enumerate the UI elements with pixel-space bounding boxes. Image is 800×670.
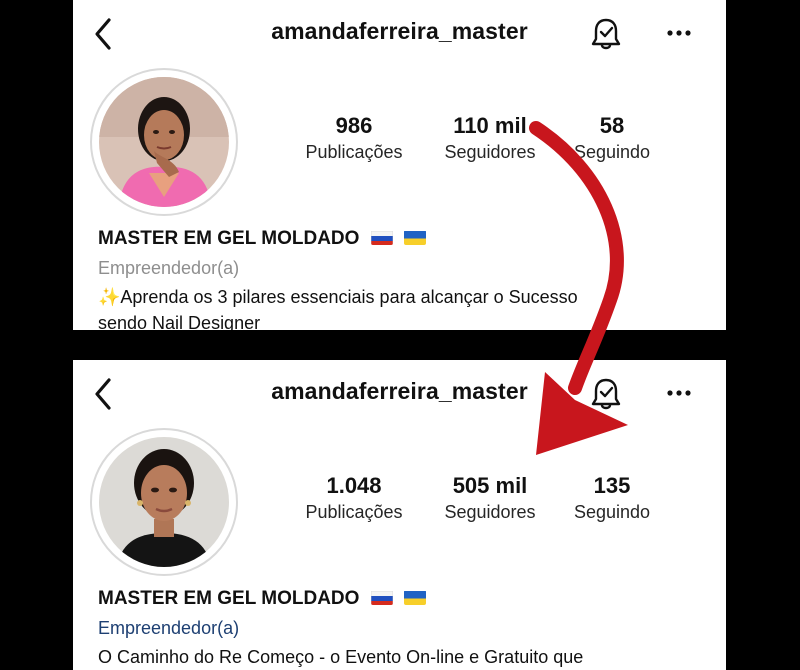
notifications-button[interactable]: [588, 374, 624, 414]
russia-flag-icon: [370, 590, 393, 605]
russia-flag-icon: [370, 230, 393, 245]
bell-check-icon: [591, 378, 621, 410]
posts-label: Publicações: [305, 502, 403, 522]
profile-bio: O Caminho do Re Começo - o Evento On-lin…: [98, 644, 583, 670]
more-options-button[interactable]: [663, 378, 697, 408]
stat-followers[interactable]: 110 mil Seguidores: [430, 112, 550, 164]
bio-line-1: ✨Aprenda os 3 pilares essenciais para al…: [98, 287, 578, 307]
notifications-button[interactable]: [588, 14, 624, 54]
avatar-photo-after: [99, 437, 229, 567]
following-label: Seguindo: [573, 142, 651, 162]
ukraine-flag-icon: [404, 230, 426, 245]
posts-count: 1.048: [326, 473, 382, 498]
profile-username: amandaferreira_master: [271, 18, 528, 44]
following-label: Seguindo: [573, 502, 651, 522]
profile-header: amandaferreira_master: [73, 0, 726, 66]
stat-following[interactable]: 58 Seguindo: [557, 112, 667, 164]
profile-avatar[interactable]: [90, 428, 238, 576]
stat-posts[interactable]: 986 Publicações: [299, 112, 409, 164]
display-name-text: MASTER EM GEL MOLDADO: [98, 228, 360, 249]
followers-label: Seguidores: [444, 502, 536, 522]
bio-line-2: sendo Nail Designer: [98, 313, 261, 330]
profile-category-link[interactable]: Empreendedor(a): [98, 618, 239, 639]
profile-display-name: MASTER EM GEL MOLDADO: [98, 228, 426, 250]
profile-avatar[interactable]: [90, 68, 238, 216]
following-count: 58: [599, 113, 625, 138]
posts-label: Publicações: [305, 142, 403, 162]
profile-bio: ✨Aprenda os 3 pilares essenciais para al…: [98, 284, 578, 330]
more-options-button[interactable]: [663, 18, 697, 48]
display-name-text: MASTER EM GEL MOLDADO: [98, 588, 360, 609]
followers-count: 505 mil: [452, 473, 528, 498]
profile-display-name: MASTER EM GEL MOLDADO: [98, 588, 426, 610]
more-dots-icon: [667, 390, 691, 396]
profile-category: Empreendedor(a): [98, 258, 240, 278]
more-dots-icon: [667, 30, 691, 36]
profile-after-panel: amandaferreira_master 1.048 Publicações …: [73, 360, 726, 670]
stat-posts[interactable]: 1.048 Publicações: [299, 472, 409, 524]
followers-count: 110 mil: [453, 113, 527, 138]
following-count: 135: [593, 473, 631, 498]
followers-label: Seguidores: [444, 142, 536, 162]
posts-count: 986: [335, 113, 373, 138]
stat-following[interactable]: 135 Seguindo: [557, 472, 667, 524]
avatar-photo-before: [99, 77, 229, 207]
ukraine-flag-icon: [404, 590, 426, 605]
profile-username: amandaferreira_master: [271, 378, 528, 404]
profile-before-panel: amandaferreira_master 986 Publicações 11…: [73, 0, 726, 330]
profile-header: amandaferreira_master: [73, 360, 726, 426]
bio-line-1: O Caminho do Re Começo - o Evento On-lin…: [98, 647, 584, 667]
stat-followers[interactable]: 505 mil Seguidores: [430, 472, 550, 524]
bell-check-icon: [591, 18, 621, 50]
